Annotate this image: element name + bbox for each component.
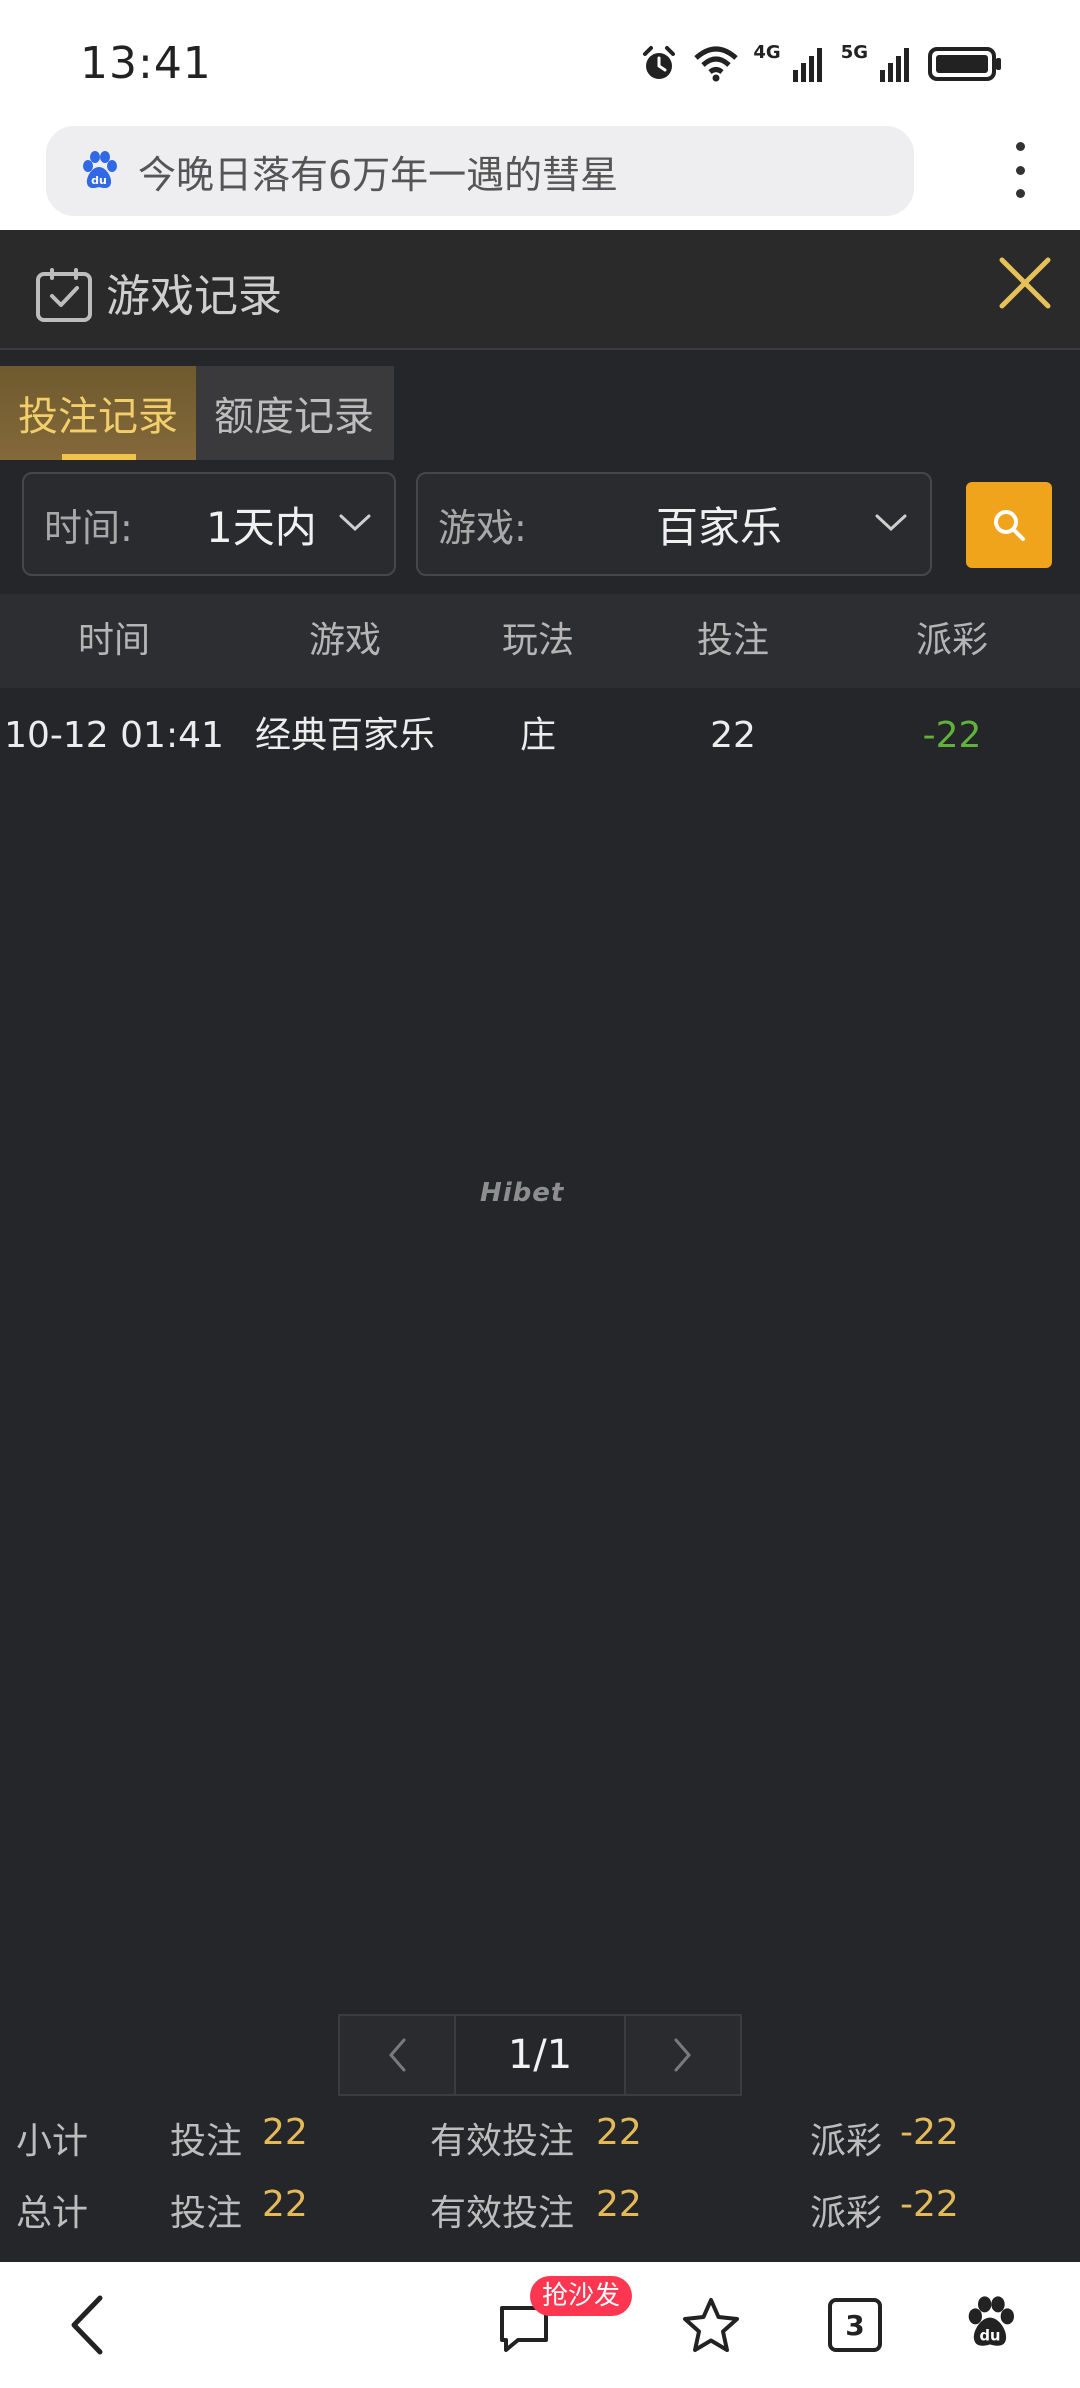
table-row[interactable]: 10-12 01:41 经典百家乐 庄 22 -22 [0,690,1080,782]
record-tabs: 投注记录 额度记录 [0,366,394,460]
total-row: 总计 投注 22 有效投注 22 派彩 -22 [0,2184,1080,2256]
alarm-icon [643,46,676,79]
column-header-time: 时间 [77,620,151,661]
baidu-paw-icon[interactable]: du [962,2292,1018,2354]
subtotal-payout-label: 派彩 [810,2121,883,2162]
tabs-count-button[interactable]: 3 [828,2298,882,2352]
subtotal-bet-label: 投注 [170,2121,243,2162]
record-icon [36,268,92,322]
next-page-button[interactable] [626,2016,740,2094]
svg-text:du: du [91,174,107,187]
signal-icon [792,48,822,82]
more-menu-icon[interactable] [1012,142,1028,198]
chevron-down-icon [339,514,371,532]
back-arrow-icon[interactable] [66,2294,106,2356]
column-header-payout: 派彩 [915,620,989,661]
subtotal-payout-value: -22 [900,2112,959,2153]
comment-badge: 抢沙发 [530,2276,633,2316]
wifi-icon [694,46,739,82]
network-5g-label: 5G [840,41,868,63]
status-time: 13:41 [80,38,212,89]
column-header-bet: 投注 [696,620,770,661]
cell-bet: 22 [710,715,756,756]
cell-play: 庄 [519,715,557,756]
total-bet-label: 投注 [170,2193,243,2234]
total-valid-value: 22 [596,2184,642,2225]
close-icon[interactable] [992,250,1058,316]
tab-credit-records[interactable]: 额度记录 [196,366,394,460]
pagination: 1/1 [338,2014,742,2096]
baidu-paw-icon: du [83,151,117,189]
table-header: 时间 游戏 玩法 投注 派彩 [0,594,1080,688]
cell-game: 经典百家乐 [254,715,436,756]
search-button[interactable] [966,482,1052,568]
search-text: 今晚日落有6万年一遇的彗星 [138,152,619,197]
chevron-down-icon [875,514,907,532]
total-label: 总计 [16,2193,89,2234]
search-icon [994,510,1025,541]
status-bar: 13:41 4G 5G [0,0,1080,120]
subtotal-bet-value: 22 [262,2112,308,2153]
time-filter-select[interactable]: 时间: 1天内 [22,472,396,576]
status-icons: 4G 5G [639,40,1004,88]
time-filter-value: 1天内 [206,502,317,552]
subtotal-valid-value: 22 [596,2112,642,2153]
game-filter-select[interactable]: 游戏: 百家乐 [416,472,932,576]
prev-page-button[interactable] [340,2016,454,2094]
total-bet-value: 22 [262,2184,308,2225]
subtotal-row: 小计 投注 22 有效投注 22 派彩 -22 [0,2112,1080,2184]
cell-payout: -22 [922,715,982,756]
page-indicator: 1/1 [454,2016,626,2094]
network-4g-label: 4G [753,41,781,63]
tab-bet-records[interactable]: 投注记录 [0,366,196,460]
column-header-play: 玩法 [501,620,575,661]
star-icon[interactable] [680,2296,742,2356]
game-filter-value: 百家乐 [656,502,783,552]
time-filter-label: 时间: [44,505,133,550]
browser-bottom-bar: 抢沙发 3 du [0,2262,1080,2388]
column-header-game: 游戏 [308,620,382,661]
total-payout-label: 派彩 [810,2193,883,2234]
browser-search-row: du 今晚日落有6万年一遇的彗星 [0,120,1080,230]
game-filter-label: 游戏: [438,505,527,550]
search-box[interactable]: du 今晚日落有6万年一遇的彗星 [46,126,914,216]
chevron-left-icon [389,2038,406,2072]
svg-text:du: du [980,2327,1001,2344]
cell-time: 10-12 01:41 [4,715,224,756]
chevron-right-icon [674,2038,691,2072]
subtotal-valid-label: 有效投注 [430,2121,575,2162]
battery-icon [928,47,1001,81]
modal-header: 游戏记录 [0,230,1080,350]
total-valid-label: 有效投注 [430,2193,575,2234]
modal-title: 游戏记录 [106,271,282,322]
signal-icon [880,48,909,82]
subtotal-label: 小计 [16,2121,89,2162]
total-payout-value: -22 [900,2184,959,2225]
watermark-logo: Hibet [480,1178,565,1208]
